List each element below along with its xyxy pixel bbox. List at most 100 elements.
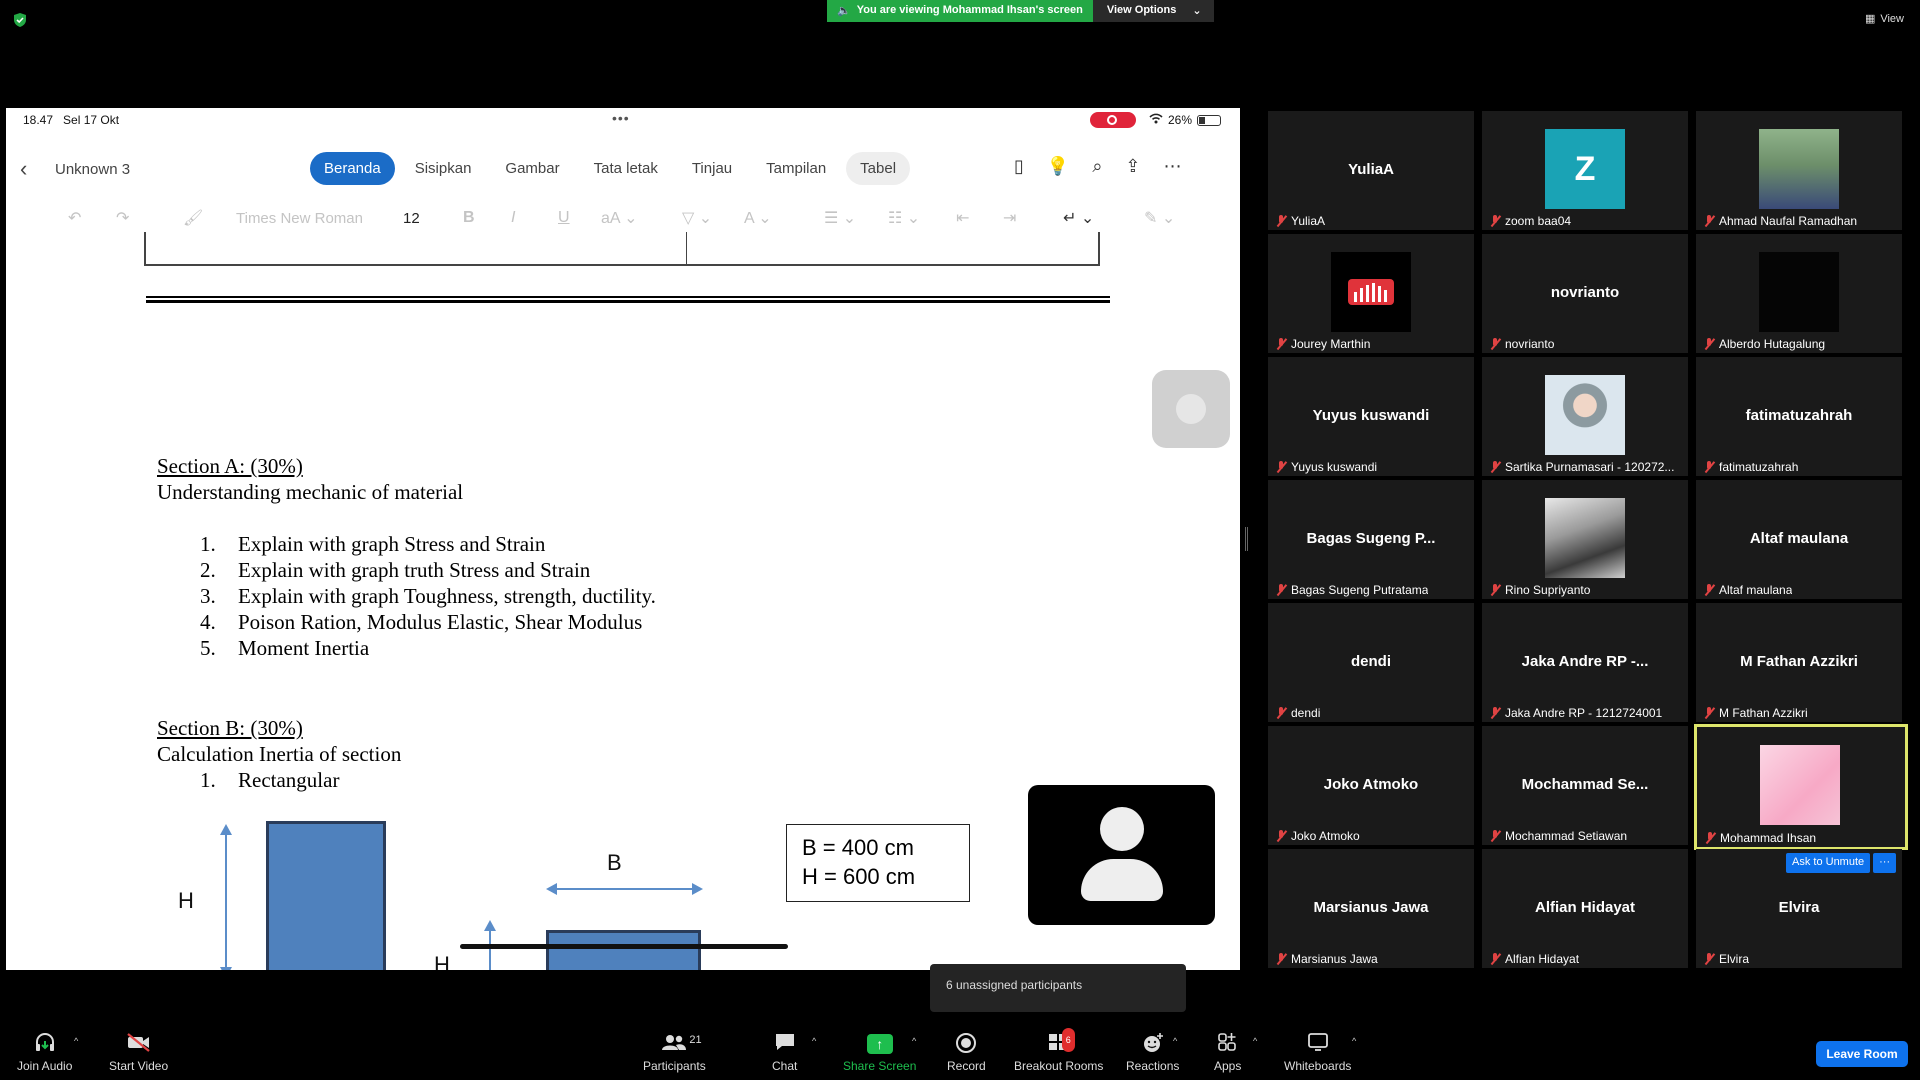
assistive-touch-button[interactable] — [1152, 370, 1230, 448]
join-audio-button[interactable]: Join Audio — [17, 1032, 72, 1073]
leave-room-button[interactable]: Leave Room — [1816, 1041, 1908, 1067]
chat-caret-icon[interactable]: ^ — [812, 1036, 816, 1046]
mic-muted-icon — [1704, 215, 1714, 227]
participant-tile[interactable]: Altaf maulana Altaf maulana — [1696, 480, 1902, 599]
bullets-icon[interactable]: ☰ ⌄ — [824, 208, 856, 228]
participant-tile[interactable]: Jaka Andre RP -... Jaka Andre RP - 121272… — [1482, 603, 1688, 722]
dim-label-h2: H — [434, 952, 450, 970]
font-size[interactable]: 12 — [403, 210, 420, 227]
tab-sisipkan[interactable]: Sisipkan — [401, 152, 486, 185]
participant-tile[interactable]: Yuyus kuswandi Yuyus kuswandi — [1268, 357, 1474, 476]
participant-tile[interactable]: Rino Supriyanto — [1482, 480, 1688, 599]
sharing-text: You are viewing Mohammad Ihsan's screen — [856, 4, 1083, 16]
participant-tile[interactable]: Joko Atmoko Joko Atmoko — [1268, 726, 1474, 845]
mic-muted-icon — [1276, 707, 1286, 719]
italic-icon[interactable]: I — [511, 209, 515, 227]
highlight-icon[interactable]: ▽ ⌄ — [682, 208, 712, 228]
tab-beranda[interactable]: Beranda — [310, 152, 395, 185]
share-icon[interactable]: ⇪ — [1125, 156, 1140, 177]
avatar-head — [1100, 807, 1144, 851]
speaker-icon: 🔈 — [837, 5, 851, 17]
text-effects-icon[interactable]: aA ⌄ — [601, 208, 638, 228]
back-chevron-icon[interactable]: ‹ — [20, 156, 27, 182]
numbering-icon[interactable]: ☷ ⌄ — [888, 208, 920, 228]
underline-icon[interactable]: U — [558, 209, 570, 227]
font-name[interactable]: Times New Roman — [236, 210, 363, 227]
participant-name: dendi — [1291, 706, 1321, 720]
sharing-indicator: 🔈 You are viewing Mohammad Ihsan's scree… — [827, 0, 1093, 22]
participant-tile[interactable]: dendi dendi — [1268, 603, 1474, 722]
outdent-icon[interactable]: ⇤ — [956, 208, 969, 228]
security-shield-icon[interactable] — [12, 12, 28, 28]
format-painter-icon[interactable]: 🖌 — [183, 208, 203, 228]
tab-gambar[interactable]: Gambar — [491, 152, 573, 185]
tablet-view-icon[interactable]: ▯ — [1014, 156, 1024, 177]
dimension-values-box: B = 400 cm H = 600 cm — [786, 824, 970, 902]
apps-caret-icon[interactable]: ^ — [1253, 1036, 1257, 1046]
mic-muted-icon — [1704, 338, 1714, 350]
share-screen-button[interactable]: ↑ Share Screen — [843, 1032, 916, 1073]
participant-tile[interactable]: Ahmad Naufal Ramadhan — [1696, 111, 1902, 230]
tab-tampilan[interactable]: Tampilan — [752, 152, 840, 185]
redo-icon[interactable]: ↷ — [116, 208, 129, 228]
chat-button[interactable]: Chat — [772, 1032, 797, 1073]
participant-tile[interactable]: YuliaA YuliaA — [1268, 111, 1474, 230]
participant-tile[interactable]: Bagas Sugeng P... Bagas Sugeng Putratama — [1268, 480, 1474, 599]
undo-icon[interactable]: ↶ — [68, 208, 81, 228]
reactions-caret-icon[interactable]: ^ — [1173, 1036, 1177, 1046]
participant-tile[interactable]: Alfian Hidayat Alfian Hidayat — [1482, 849, 1688, 968]
tab-tata-letak[interactable]: Tata letak — [580, 152, 672, 185]
participant-tile[interactable]: Sartika Purnamasari - 120272... — [1482, 357, 1688, 476]
participant-name: YuliaA — [1291, 214, 1326, 228]
participant-tile[interactable]: M Fathan Azzikri M Fathan Azzikri — [1696, 603, 1902, 722]
share-caret-icon[interactable]: ^ — [912, 1036, 916, 1046]
participant-tile[interactable]: Alberdo Hutagalung — [1696, 234, 1902, 353]
tab-tabel[interactable]: Tabel — [846, 152, 911, 185]
participant-name: Mochammad Setiawan — [1505, 829, 1628, 843]
record-icon — [955, 1032, 977, 1056]
search-icon[interactable]: ⌕ — [1092, 156, 1102, 177]
view-button[interactable]: ▦ View — [1865, 12, 1904, 26]
participant-avatar: Z — [1545, 129, 1625, 209]
participant-tile[interactable]: Jourey Marthin — [1268, 234, 1474, 353]
participant-tile[interactable]: Marsianus Jawa Marsianus Jawa — [1268, 849, 1474, 968]
tab-tinjau[interactable]: Tinjau — [678, 152, 746, 185]
participant-tile[interactable]: fatimatuzahrah fatimatuzahrah — [1696, 357, 1902, 476]
breakout-rooms-button[interactable]: 6 Breakout Rooms — [1014, 1028, 1103, 1073]
view-options-button[interactable]: View Options ⌄ — [1092, 0, 1214, 22]
font-color-icon[interactable]: A ⌄ — [744, 208, 772, 228]
lightbulb-icon[interactable]: 💡 — [1047, 156, 1069, 177]
participant-name: Alberdo Hutagalung — [1719, 337, 1826, 351]
start-video-button[interactable]: Start Video — [109, 1032, 168, 1073]
record-button[interactable]: Record — [947, 1032, 986, 1073]
mic-muted-icon — [1490, 830, 1500, 842]
ask-to-unmute-button[interactable]: Ask to Unmute — [1786, 853, 1871, 873]
apps-button[interactable]: Apps — [1214, 1032, 1241, 1073]
battery-icon — [1197, 114, 1222, 126]
width-arrow-2 — [546, 883, 703, 895]
self-video-tile[interactable] — [1028, 785, 1215, 925]
participants-button[interactable]: 21 Participants — [643, 1032, 706, 1073]
chat-label: Chat — [772, 1059, 798, 1073]
whiteboards-caret-icon[interactable]: ^ — [1352, 1036, 1356, 1046]
whiteboards-button[interactable]: Whiteboards — [1284, 1032, 1351, 1073]
more-options-button[interactable]: ··· — [1873, 853, 1897, 873]
participant-tile[interactable]: Zzoom baa04 — [1482, 111, 1688, 230]
nav-icons: ▯ 💡 ⌕ ⇪ ⋯ — [1014, 156, 1182, 177]
audio-caret-icon[interactable]: ^ — [74, 1036, 78, 1046]
participant-tile[interactable]: Mohammad Ihsan — [1694, 724, 1908, 850]
split-resize-handle[interactable] — [1245, 527, 1248, 551]
participant-tile[interactable]: novrianto novrianto — [1482, 234, 1688, 353]
participant-name-bar: zoom baa04 — [1490, 214, 1571, 228]
mic-muted-icon — [1704, 584, 1714, 596]
paragraph-mark-icon[interactable]: ↵ ⌄ — [1063, 208, 1094, 228]
participant-tile[interactable]: Mochammad Se... Mochammad Setiawan — [1482, 726, 1688, 845]
document-name[interactable]: Unknown 3 — [55, 161, 130, 178]
bold-icon[interactable]: B — [463, 209, 475, 227]
reactions-button[interactable]: Reactions — [1126, 1032, 1179, 1073]
mic-muted-icon — [1276, 584, 1286, 596]
styles-icon[interactable]: ✎ ⌄ — [1144, 208, 1175, 228]
indent-icon[interactable]: ⇥ — [1003, 208, 1016, 228]
screen-record-icon — [1090, 112, 1136, 128]
more-icon[interactable]: ⋯ — [1164, 156, 1182, 177]
